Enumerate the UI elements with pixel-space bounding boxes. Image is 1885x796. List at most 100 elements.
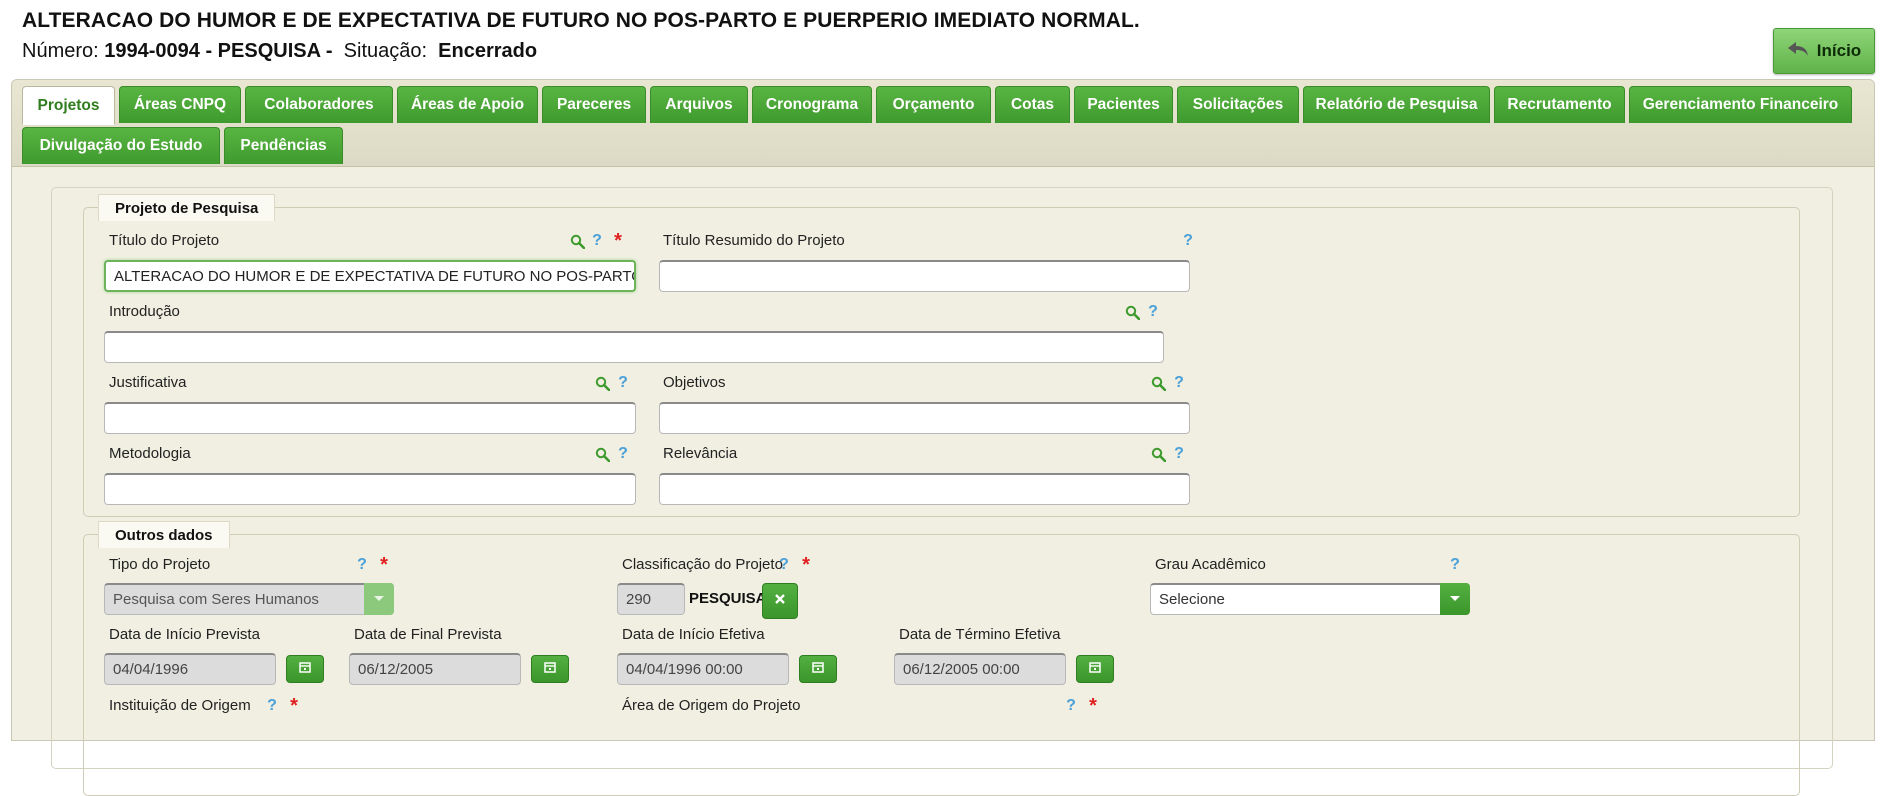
tab-areas-apoio[interactable]: Áreas de Apoio xyxy=(397,86,538,123)
tab-recrutamento[interactable]: Recrutamento xyxy=(1494,86,1625,123)
search-icon[interactable] xyxy=(1150,446,1166,462)
metodologia-input[interactable] xyxy=(104,473,636,505)
data-inicio-prevista-label: Data de Início Prevista xyxy=(109,626,260,643)
tab-colaboradores[interactable]: Colaboradores xyxy=(245,86,393,123)
situacao-value: Encerrado xyxy=(438,40,538,62)
tipo-projeto-value: Pesquisa com Seres Humanos xyxy=(113,591,319,608)
help-icon[interactable]: ? xyxy=(1180,232,1196,249)
metodologia-label: Metodologia xyxy=(109,445,191,462)
tab-pendencias[interactable]: Pendências xyxy=(224,127,343,164)
help-icon[interactable]: ? xyxy=(776,556,792,573)
help-icon[interactable]: ? xyxy=(354,556,370,573)
calendar-icon xyxy=(1089,660,1101,678)
justificativa-input[interactable] xyxy=(104,402,636,434)
help-icon[interactable]: ? xyxy=(264,697,280,714)
help-icon[interactable]: ? xyxy=(589,232,605,249)
projeto-pesquisa-fieldset: Projeto de Pesquisa Título do Projeto ? … xyxy=(83,194,1800,517)
required-icon: * xyxy=(1089,695,1097,717)
tab-gerenciamento-financeiro[interactable]: Gerenciamento Financeiro xyxy=(1629,86,1852,123)
data-inicio-prevista-input[interactable]: 04/04/1996 xyxy=(104,653,276,685)
grau-academico-select[interactable]: Selecione xyxy=(1150,583,1470,615)
relevancia-input[interactable] xyxy=(659,473,1190,505)
required-icon: * xyxy=(614,230,622,252)
grau-academico-value: Selecione xyxy=(1159,591,1225,608)
titulo-resumido-label: Título Resumido do Projeto xyxy=(663,232,845,249)
numero-label: Número: xyxy=(22,40,99,62)
introducao-label: Introdução xyxy=(109,303,180,320)
project-number-line: Número: 1994-0094 - PESQUISA - Situação:… xyxy=(22,40,537,63)
chevron-down-icon[interactable] xyxy=(1440,583,1470,615)
tab-projetos[interactable]: Projetos xyxy=(22,86,115,125)
calendar-button[interactable] xyxy=(286,655,324,683)
inicio-button[interactable]: Início xyxy=(1773,28,1875,74)
tab-divulgacao-estudo[interactable]: Divulgação do Estudo xyxy=(22,127,220,164)
data-inicio-efetiva-input[interactable]: 04/04/1996 00:00 xyxy=(617,653,789,685)
titulo-projeto-input[interactable]: ALTERACAO DO HUMOR E DE EXPECTATIVA DE F… xyxy=(104,260,636,292)
tab-cotas[interactable]: Cotas xyxy=(995,86,1070,123)
calendar-button[interactable] xyxy=(799,655,837,683)
required-icon: * xyxy=(380,554,388,576)
grau-academico-label: Grau Acadêmico xyxy=(1155,556,1266,573)
projeto-pesquisa-legend: Projeto de Pesquisa xyxy=(98,194,276,221)
data-termino-efetiva-label: Data de Término Efetiva xyxy=(899,626,1061,643)
outros-dados-fieldset: Outros dados Tipo do Projeto ? * Pesquis… xyxy=(83,521,1800,796)
objetivos-label: Objetivos xyxy=(663,374,726,391)
tab-bar: Projetos Áreas CNPQ Colaboradores Áreas … xyxy=(12,80,1874,167)
close-icon xyxy=(774,592,786,610)
tab-pareceres[interactable]: Pareceres xyxy=(542,86,646,123)
tab-content-area: Projeto de Pesquisa Título do Projeto ? … xyxy=(51,187,1833,796)
classificacao-name: PESQUISA xyxy=(689,590,767,607)
help-icon[interactable]: ? xyxy=(615,445,631,462)
classificacao-code-input[interactable]: 290 xyxy=(617,583,685,615)
search-icon[interactable] xyxy=(569,233,585,249)
required-icon: * xyxy=(290,695,298,717)
justificativa-label: Justificativa xyxy=(109,374,187,391)
back-arrow-icon xyxy=(1787,41,1809,62)
project-title-header: ALTERACAO DO HUMOR E DE EXPECTATIVA DE F… xyxy=(22,9,1140,32)
clear-classificacao-button[interactable] xyxy=(762,583,798,619)
tab-areas-cnpq[interactable]: Áreas CNPQ xyxy=(119,86,241,123)
search-icon[interactable] xyxy=(594,375,610,391)
search-icon[interactable] xyxy=(1124,304,1140,320)
tab-orcamento[interactable]: Orçamento xyxy=(876,86,991,123)
relevancia-label: Relevância xyxy=(663,445,738,462)
calendar-button[interactable] xyxy=(531,655,569,683)
area-origem-label: Área de Origem do Projeto xyxy=(622,697,801,714)
help-icon[interactable]: ? xyxy=(615,374,631,391)
titulo-resumido-input[interactable] xyxy=(659,260,1190,292)
classificacao-label: Classificação do Projeto xyxy=(622,556,783,573)
calendar-button[interactable] xyxy=(1076,655,1114,683)
tab-arquivos[interactable]: Arquivos xyxy=(650,86,748,123)
data-inicio-efetiva-label: Data de Início Efetiva xyxy=(622,626,765,643)
inicio-button-label: Início xyxy=(1816,41,1862,60)
main-panel: Projetos Áreas CNPQ Colaboradores Áreas … xyxy=(11,79,1875,796)
tab-solicitacoes[interactable]: Solicitações xyxy=(1177,86,1299,123)
help-icon[interactable]: ? xyxy=(1145,303,1161,320)
calendar-icon xyxy=(812,660,824,678)
required-icon: * xyxy=(802,554,810,576)
tab-relatorio-pesquisa[interactable]: Relatório de Pesquisa xyxy=(1303,86,1490,123)
search-icon[interactable] xyxy=(594,446,610,462)
help-icon[interactable]: ? xyxy=(1063,697,1079,714)
calendar-icon xyxy=(299,660,311,678)
help-icon[interactable]: ? xyxy=(1171,374,1187,391)
tab-cronograma[interactable]: Cronograma xyxy=(752,86,872,123)
help-icon[interactable]: ? xyxy=(1171,445,1187,462)
data-final-prevista-input[interactable]: 06/12/2005 xyxy=(349,653,521,685)
search-icon[interactable] xyxy=(1150,375,1166,391)
data-final-prevista-label: Data de Final Prevista xyxy=(354,626,502,643)
help-icon[interactable]: ? xyxy=(1447,556,1463,573)
calendar-icon xyxy=(544,660,556,678)
introducao-input[interactable] xyxy=(104,331,1164,363)
tab-pacientes[interactable]: Pacientes xyxy=(1074,86,1173,123)
objetivos-input[interactable] xyxy=(659,402,1190,434)
chevron-down-icon[interactable] xyxy=(364,583,394,615)
titulo-label: Título do Projeto xyxy=(109,232,220,249)
tipo-projeto-select[interactable]: Pesquisa com Seres Humanos xyxy=(104,583,394,615)
tipo-projeto-label: Tipo do Projeto xyxy=(109,556,211,573)
situacao-label: Situação: xyxy=(343,40,428,62)
instituicao-origem-label: Instituição de Origem xyxy=(109,697,251,714)
data-termino-efetiva-input[interactable]: 06/12/2005 00:00 xyxy=(894,653,1066,685)
numero-value: 1994-0094 - PESQUISA - xyxy=(104,40,333,62)
outros-dados-legend: Outros dados xyxy=(98,521,230,548)
